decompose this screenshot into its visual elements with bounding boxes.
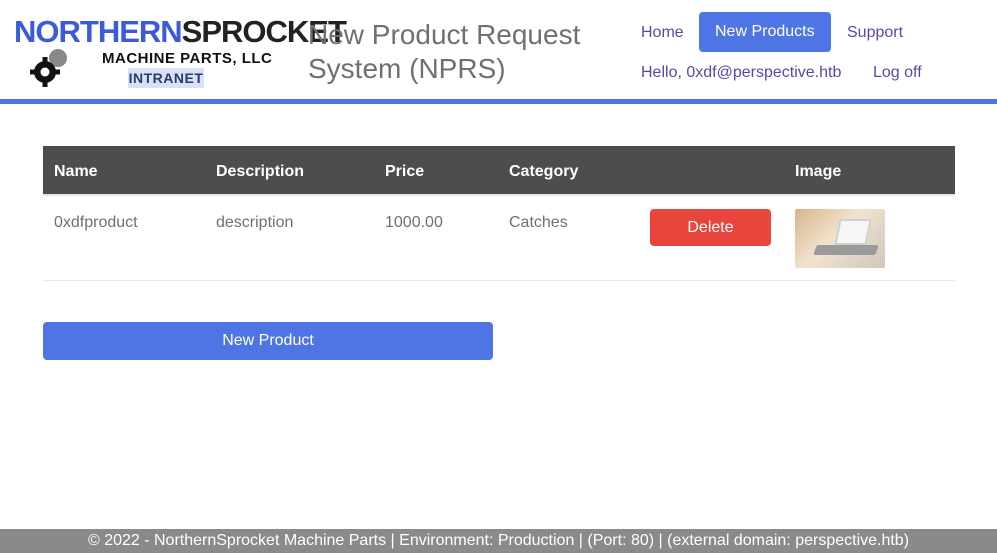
column-header-image: Image — [795, 163, 842, 180]
nav-home-link[interactable]: Home — [641, 24, 684, 42]
products-table: Name Description Price Category Image 0x… — [43, 146, 955, 281]
laptop-keyboard-shape — [813, 245, 879, 255]
cell-description: description — [216, 214, 294, 231]
cell-price: 1000.00 — [385, 214, 443, 231]
nav-new-products-link[interactable]: New Products — [699, 12, 831, 52]
logoff-link[interactable]: Log off — [873, 64, 922, 82]
column-header-price: Price — [385, 163, 425, 180]
column-header-category: Category — [509, 163, 579, 180]
column-header-name: Name — [54, 163, 98, 180]
site-header: NORTHERNSPROCKET MACHINE PARTS, LLC INTR… — [0, 0, 997, 104]
product-image[interactable] — [795, 209, 885, 268]
site-footer: © 2022 - NorthernSprocket Machine Parts … — [0, 529, 997, 553]
page-title: New Product Request System (NPRS) — [308, 19, 581, 84]
cell-category: Catches — [509, 214, 568, 231]
table-header: Name Description Price Category Image — [43, 146, 955, 196]
nav-support-link[interactable]: Support — [847, 24, 903, 42]
column-header-description: Description — [216, 163, 305, 180]
logo-intranet-label: INTRANET — [128, 68, 204, 88]
new-product-button[interactable]: New Product — [43, 322, 493, 360]
company-logo[interactable]: NORTHERNSPROCKET MACHINE PARTS, LLC INTR… — [14, 14, 347, 90]
table-row: 0xdfproduct description 1000.00 Catches … — [43, 196, 955, 281]
logo-subtitle: MACHINE PARTS, LLC — [102, 50, 273, 67]
delete-button[interactable]: Delete — [650, 209, 771, 246]
laptop-screen-shape — [834, 219, 872, 245]
user-greeting-link[interactable]: Hello, 0xdf@perspective.htb — [641, 64, 841, 82]
cell-name: 0xdfproduct — [54, 214, 138, 231]
gear-icon — [30, 49, 67, 87]
